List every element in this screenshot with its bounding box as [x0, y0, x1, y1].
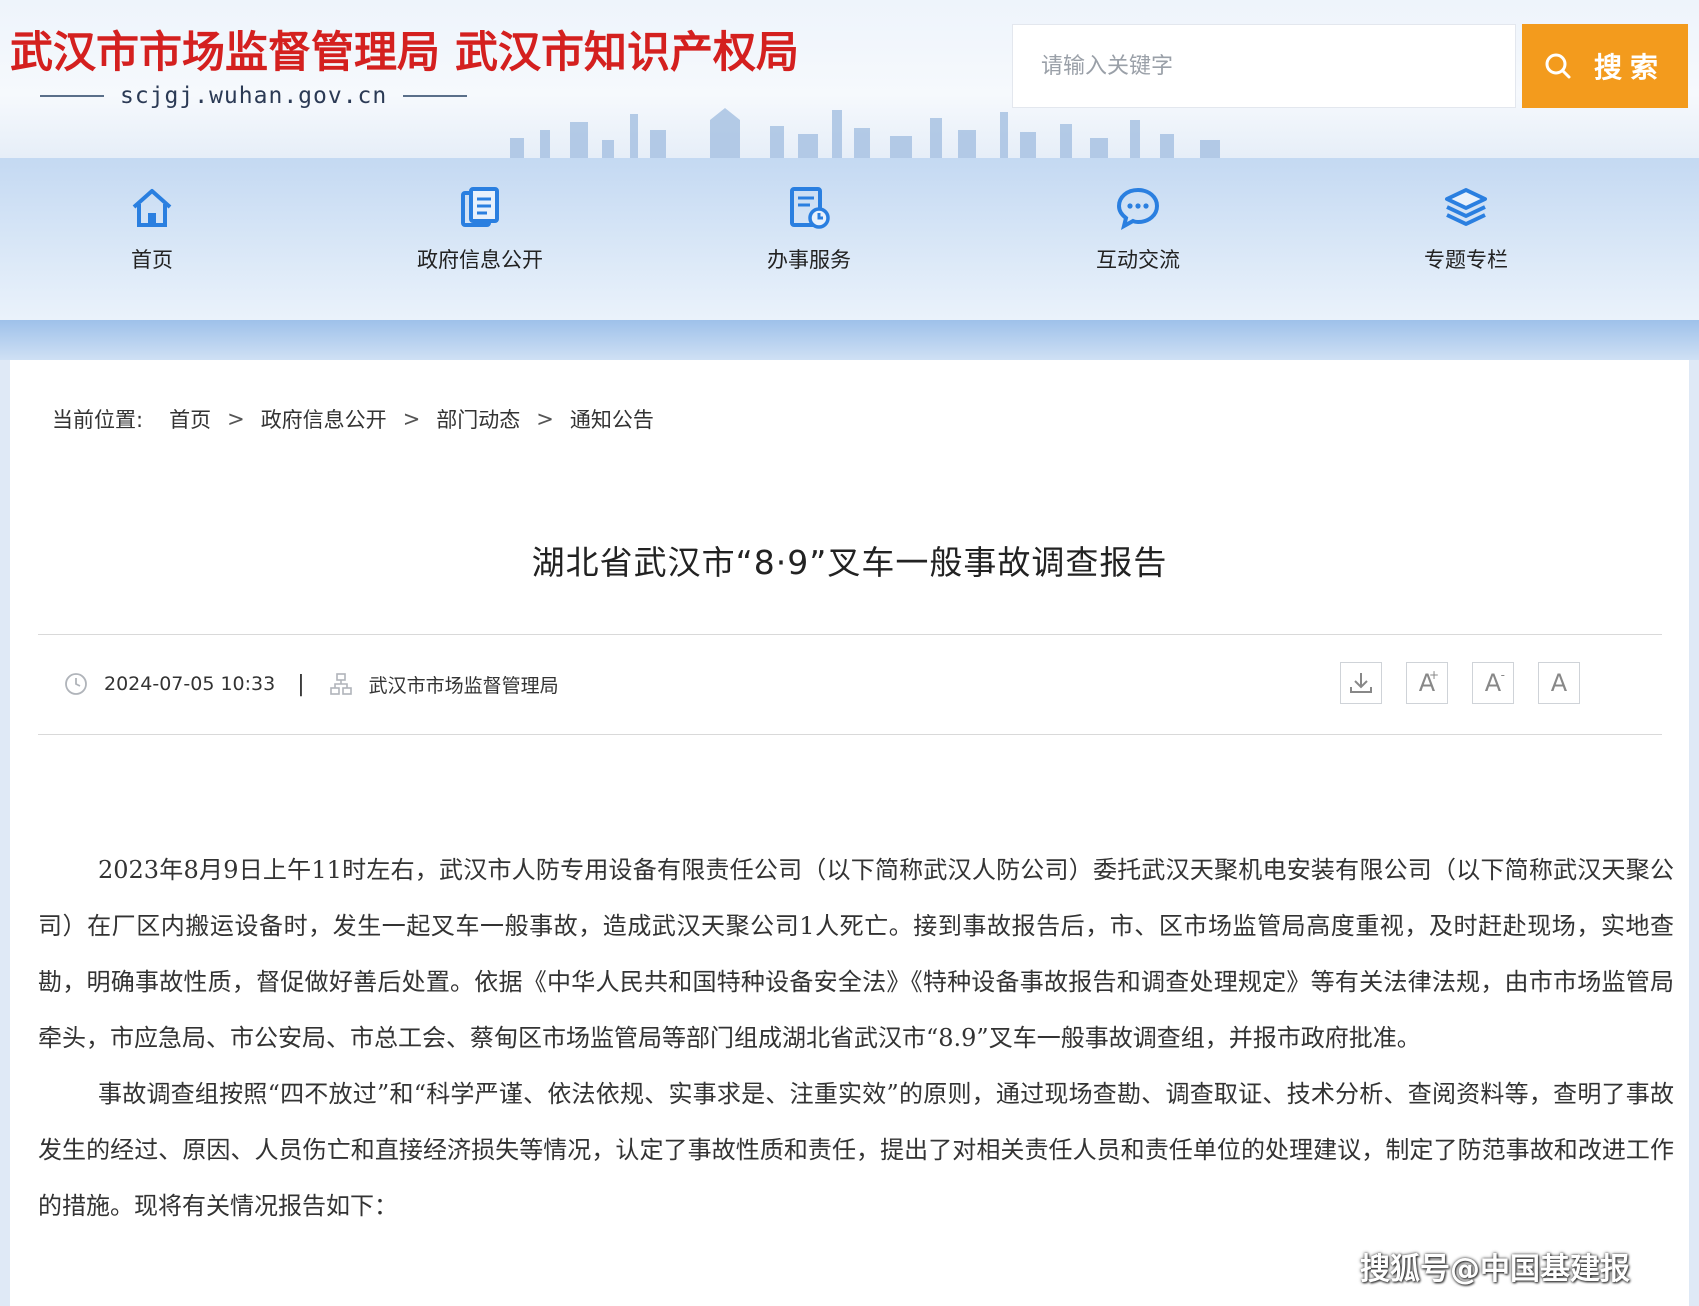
search-button[interactable]: 搜索 [1522, 24, 1688, 108]
divider [38, 634, 1662, 635]
nav-item-home[interactable]: 首页 [52, 180, 252, 274]
domain-rule-right [403, 95, 468, 97]
download-icon [1350, 673, 1372, 693]
nav-item-services[interactable]: 办事服务 [709, 180, 909, 274]
article-tools: A + A - A [1340, 662, 1604, 704]
font-increase-button[interactable]: A + [1406, 662, 1448, 704]
search-box [1012, 24, 1516, 108]
domain-text: scjgj.wuhan.gov.cn [120, 83, 388, 109]
font-decrease-label: A [1484, 669, 1502, 697]
city-skyline-decoration [510, 108, 1220, 158]
article-body: 2023年8月9日上午11时左右，武汉市人防专用设备有限责任公司（以下简称武汉人… [38, 842, 1674, 1234]
breadcrumb-link-home[interactable]: 首页 [169, 404, 211, 434]
font-decrease-sup: - [1500, 668, 1505, 682]
site-header: 武汉市市场监督管理局 武汉市知识产权局 scjgj.wuhan.gov.cn 搜… [0, 0, 1699, 158]
font-reset-label: A [1550, 669, 1568, 697]
download-button[interactable] [1340, 662, 1382, 704]
breadcrumb: 当前位置: 首页 > 政府信息公开 > 部门动态 > 通知公告 [52, 404, 654, 434]
divider [38, 734, 1662, 735]
layers-icon [1445, 188, 1487, 226]
meta-separator: | [297, 671, 305, 697]
breadcrumb-link-notices[interactable]: 通知公告 [570, 404, 654, 434]
domain-rule-left [40, 95, 104, 97]
article-paragraph: 2023年8月9日上午11时左右，武汉市人防专用设备有限责任公司（以下简称武汉人… [38, 856, 1674, 1052]
nav-label: 专题专栏 [1424, 248, 1508, 272]
breadcrumb-link-dept-news[interactable]: 部门动态 [436, 404, 520, 434]
nav-item-special-topics[interactable]: 专题专栏 [1366, 180, 1566, 274]
nav-label: 互动交流 [1096, 248, 1180, 272]
nav-label: 首页 [131, 248, 173, 272]
site-title[interactable]: 武汉市市场监督管理局 武汉市知识产权局 [10, 18, 799, 80]
nav-item-interaction[interactable]: 互动交流 [1038, 180, 1238, 274]
search-icon [1545, 53, 1571, 79]
font-reset-button[interactable]: A [1538, 662, 1580, 704]
article-meta: 2024-07-05 10:33 | 武汉市市场监督管理局 [64, 662, 559, 706]
article-source: 武汉市市场监督管理局 [368, 674, 559, 697]
breadcrumb-separator: > [402, 407, 421, 431]
font-increase-sup: + [1428, 668, 1439, 682]
breadcrumb-separator: > [227, 407, 245, 431]
org-icon [329, 673, 352, 695]
nav-item-gov-info[interactable]: 政府信息公开 [380, 180, 580, 274]
nav-label: 办事服务 [767, 248, 851, 272]
article-paragraph: 事故调查组按照“四不放过”和“科学严谨、依法依规、实事求是、注重实效”的原则，通… [38, 1080, 1674, 1220]
breadcrumb-prefix: 当前位置: [52, 408, 144, 432]
publish-date: 2024-07-05 10:33 [104, 673, 276, 695]
breadcrumb-separator: > [536, 407, 554, 431]
font-decrease-button[interactable]: A - [1472, 662, 1514, 704]
article-title: 湖北省武汉市“8·9”叉车一般事故调查报告 [531, 543, 1168, 582]
site-domain: scjgj.wuhan.gov.cn [40, 82, 468, 110]
nav-label: 政府信息公开 [417, 248, 543, 272]
main-nav: 首页 政府信息公开 办事服务 互动交流 专题专栏 [0, 158, 1699, 320]
search-button-label: 搜索 [1593, 51, 1666, 84]
home-icon [132, 189, 172, 227]
nav-bottom-band [0, 320, 1699, 360]
search-input[interactable] [1013, 25, 1503, 107]
document-icon [461, 187, 499, 227]
breadcrumb-link-gov-info[interactable]: 政府信息公开 [261, 404, 387, 434]
clock-icon [65, 673, 87, 695]
service-icon [790, 187, 830, 229]
watermark: 搜狐号@中国基建报 [1360, 1252, 1630, 1287]
chat-icon [1116, 187, 1160, 230]
article-card: 当前位置: 首页 > 政府信息公开 > 部门动态 > 通知公告 湖北省武汉市“8… [10, 360, 1689, 1306]
